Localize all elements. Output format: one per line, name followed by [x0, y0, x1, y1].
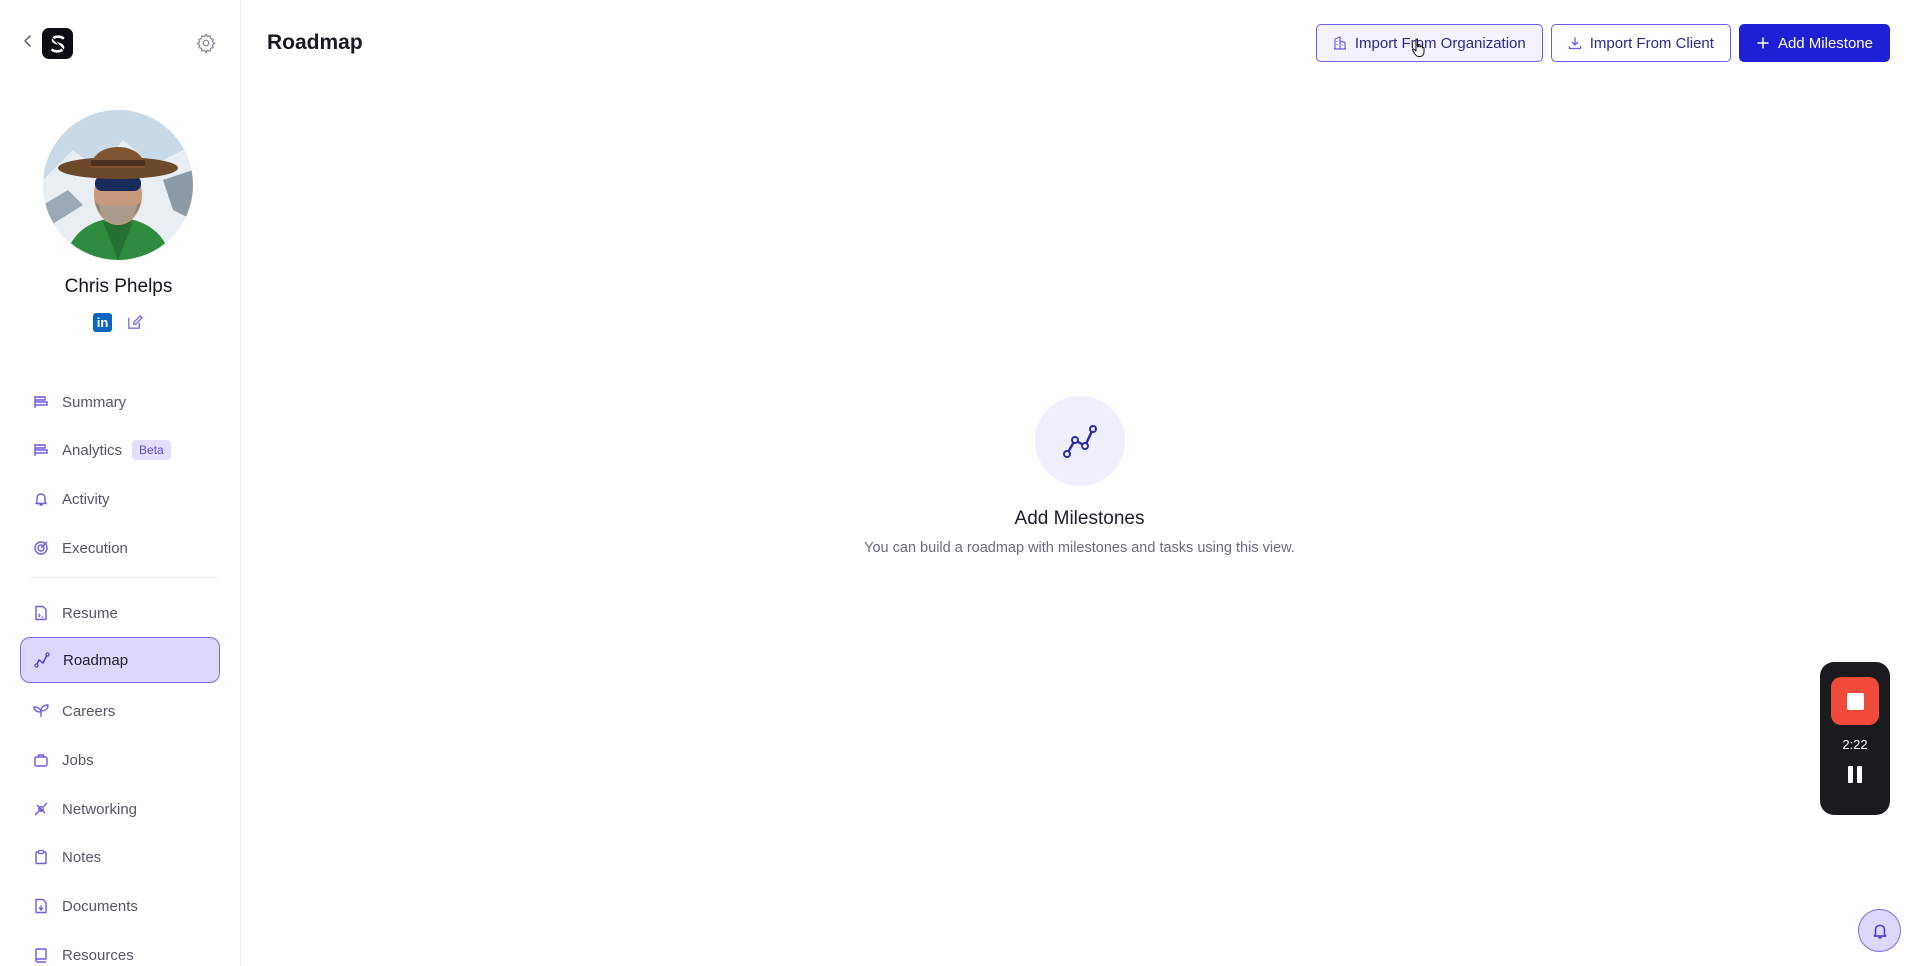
app: Chris Phelps in Summary Analytics Beta A… [0, 0, 1918, 966]
sidebar-item-networking[interactable]: Networking [20, 787, 220, 831]
sidebar-item-label: Activity [62, 490, 110, 508]
notifications-button[interactable] [1858, 909, 1901, 952]
sidebar-item-label: Careers [62, 702, 116, 720]
empty-state-subtitle: You can build a roadmap with milestones … [864, 540, 1295, 556]
stop-icon [1846, 692, 1864, 710]
empty-state-title: Add Milestones [1014, 508, 1145, 529]
add-milestone-button[interactable]: Add Milestone [1738, 24, 1890, 62]
linkedin-icon[interactable]: in [93, 313, 112, 332]
sidebar-item-summary[interactable]: Summary [20, 380, 220, 424]
summary-icon [32, 393, 50, 411]
button-label: Add Milestone [1777, 34, 1873, 52]
sidebar-item-jobs[interactable]: Jobs [20, 738, 220, 782]
import-from-organization-button[interactable]: Import From Organization [1315, 24, 1543, 62]
sidebar-item-analytics[interactable]: Analytics Beta [20, 428, 220, 472]
nav-divider [30, 577, 218, 578]
beta-badge: Beta [132, 440, 171, 460]
sidebar-item-label: Roadmap [63, 651, 129, 669]
screen-recorder-widget: 2:22 [1820, 662, 1890, 815]
sidebar-item-label: Resources [62, 946, 134, 964]
sidebar-item-activity[interactable]: Activity [20, 477, 220, 521]
stop-recording-button[interactable] [1831, 677, 1879, 725]
main-content: Roadmap Import From Organization Import … [241, 0, 1918, 966]
building-icon [1333, 36, 1346, 50]
document-icon [32, 897, 50, 915]
empty-state: Add Milestones You can build a roadmap w… [241, 396, 1918, 556]
target-icon [32, 539, 50, 557]
gear-icon[interactable] [195, 32, 217, 54]
profile-name: Chris Phelps [64, 276, 173, 297]
sidebar-item-label: Summary [62, 393, 127, 411]
app-logo[interactable] [42, 28, 73, 59]
network-icon [32, 800, 50, 818]
chevron-left-icon[interactable] [20, 33, 36, 49]
page-title: Roadmap [267, 31, 363, 54]
sidebar-item-label: Analytics [62, 441, 123, 459]
plus-icon [1757, 37, 1769, 49]
roadmap-icon [33, 651, 51, 669]
sidebar-item-roadmap[interactable]: Roadmap [20, 637, 220, 683]
edit-icon[interactable] [125, 313, 144, 332]
sidebar: Chris Phelps in Summary Analytics Beta A… [0, 0, 241, 966]
bell-icon [1873, 924, 1886, 939]
clipboard-icon [32, 848, 50, 866]
sidebar-item-execution[interactable]: Execution [20, 526, 220, 570]
bell-icon [32, 490, 50, 508]
pause-recording-button[interactable] [1848, 766, 1862, 783]
recording-timer: 2:22 [1842, 737, 1868, 752]
sidebar-item-resume[interactable]: Resume [20, 591, 220, 635]
pause-icon [1848, 766, 1853, 783]
sprout-icon [32, 702, 50, 720]
sidebar-item-label: Resume [62, 604, 118, 622]
button-label: Import From Client [1589, 34, 1714, 52]
sidebar-item-careers[interactable]: Careers [20, 689, 220, 733]
import-from-client-button[interactable]: Import From Client [1550, 24, 1731, 62]
header-actions: Import From Organization Import From Cli… [1315, 24, 1890, 62]
pause-icon [1857, 766, 1862, 783]
download-icon [1568, 37, 1581, 50]
sidebar-item-label: Execution [62, 539, 128, 557]
sidebar-item-label: Networking [62, 800, 138, 818]
briefcase-icon [32, 751, 50, 769]
logo-s-icon [50, 34, 64, 53]
button-label: Import From Organization [1354, 34, 1526, 52]
sidebar-header [0, 0, 241, 86]
roadmap-icon [1062, 425, 1097, 458]
book-icon [32, 946, 50, 964]
sidebar-item-label: Jobs [62, 751, 94, 769]
profile-links: in [93, 313, 144, 332]
resume-icon [32, 604, 50, 622]
avatar [43, 110, 193, 260]
sidebar-item-notes[interactable]: Notes [20, 835, 220, 879]
empty-state-icon-wrap [1034, 396, 1125, 486]
sidebar-item-label: Notes [62, 848, 102, 866]
sidebar-item-resources[interactable]: Resources [20, 933, 220, 966]
analytics-icon [32, 441, 50, 459]
sidebar-item-label: Documents [62, 897, 138, 915]
avatar-photo [43, 110, 193, 260]
sidebar-item-documents[interactable]: Documents [20, 884, 220, 928]
